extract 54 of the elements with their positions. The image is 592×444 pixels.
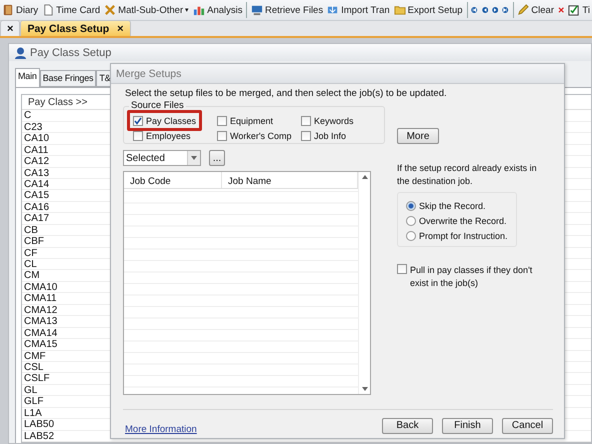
checkbox[interactable]	[397, 264, 407, 274]
tab[interactable]: Base Fringes	[40, 70, 96, 88]
dropdown-arrow-icon[interactable]	[191, 156, 197, 160]
conflict-prompt: If the setup record already exists in the destination job.	[397, 162, 537, 188]
browse-button[interactable]: ...	[209, 150, 225, 166]
dialog-button[interactable]: Back	[382, 418, 433, 434]
checkmark-icon	[134, 116, 142, 124]
person-icon	[15, 46, 26, 59]
instruction-text: Select the setup files to be merged, and then select the job(s) to be updated.	[125, 88, 448, 99]
toolbar-button[interactable]: Export Setup	[394, 4, 463, 16]
pull-in-option[interactable]: Pull in pay classes if they don't exist in the job(s)	[397, 264, 547, 290]
document-icon[interactable]	[42, 4, 54, 16]
toolbar-button[interactable]: Diary	[2, 4, 38, 16]
checkbox[interactable]	[301, 116, 311, 126]
radio-button[interactable]	[406, 230, 416, 240]
scroll-up-icon[interactable]	[362, 175, 368, 179]
toolbar-button[interactable]: Ti	[568, 4, 590, 16]
radio-button[interactable]	[406, 200, 416, 210]
checkbox[interactable]	[217, 116, 227, 126]
checkbox-icon[interactable]	[568, 4, 580, 16]
column-header[interactable]: Job Code	[124, 172, 222, 188]
tab[interactable]: Main	[15, 68, 40, 88]
radio-button[interactable]	[406, 216, 416, 226]
checkbox[interactable]	[133, 116, 143, 126]
document-tab[interactable]: ×	[0, 20, 20, 36]
radio-option[interactable]: Overwrite the Record.	[406, 213, 507, 228]
group-title: Source Files	[129, 100, 186, 111]
checkbox[interactable]	[133, 130, 143, 140]
book-icon[interactable]	[2, 4, 14, 16]
toolbar-button[interactable]: Time Card	[42, 4, 100, 16]
document-tab[interactable]: Pay Class Setup ×	[20, 20, 131, 36]
close-icon[interactable]: ×	[7, 22, 14, 35]
column-header[interactable]: Job Name	[222, 172, 358, 188]
radio-option[interactable]: Skip the Record.	[406, 198, 486, 213]
pencil-icon[interactable]	[517, 4, 530, 16]
toolbar-button[interactable]: Clear	[517, 4, 554, 16]
dialog-button[interactable]: Cancel	[502, 418, 553, 434]
scroll-down-icon[interactable]	[362, 387, 368, 391]
checkbox[interactable]	[217, 130, 227, 140]
toolbar-button[interactable]: Analysis	[193, 4, 242, 16]
dialog-button[interactable]: Finish	[442, 418, 493, 434]
checkbox-option[interactable]: Pay Classes	[127, 110, 202, 131]
folder-icon[interactable]	[394, 4, 406, 16]
radio-option[interactable]: Prompt for Instruction.	[406, 228, 508, 243]
toolbar-button[interactable]: Import Tran	[327, 4, 390, 16]
window-title: Pay Class Setup	[9, 44, 591, 62]
chart-icon[interactable]	[193, 4, 206, 16]
toolbar-button[interactable]: Retrieve Files	[251, 4, 324, 16]
dialog-title: Merge Setups	[111, 64, 564, 84]
close-icon[interactable]: ×	[117, 22, 124, 35]
computer-icon[interactable]	[251, 4, 264, 16]
filter-dropdown[interactable]: Selected	[123, 150, 201, 166]
checkbox[interactable]	[301, 130, 311, 140]
more-button[interactable]: More	[397, 128, 439, 144]
